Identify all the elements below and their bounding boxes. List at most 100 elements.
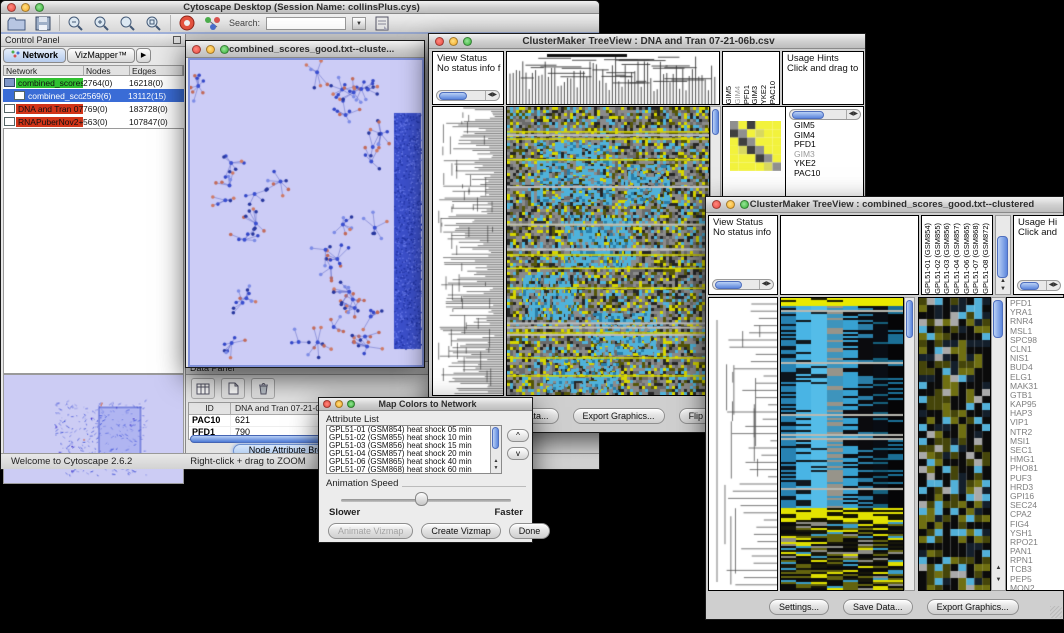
minimize-button[interactable] bbox=[206, 45, 215, 54]
minimize-button[interactable] bbox=[335, 400, 343, 408]
dialog-button[interactable]: Create Vizmap bbox=[421, 523, 500, 539]
scroll-up-arrow[interactable]: ▲ bbox=[992, 564, 1005, 572]
zoom-button[interactable] bbox=[347, 400, 355, 408]
heatmap-canvas[interactable] bbox=[507, 107, 709, 395]
tab-network[interactable]: Network bbox=[3, 48, 66, 63]
treeview-button[interactable]: Save Data... bbox=[843, 599, 913, 615]
scrollbar-thumb[interactable] bbox=[715, 281, 742, 289]
close-button[interactable] bbox=[192, 45, 201, 54]
treeview-combined-titlebar[interactable]: ClusterMaker TreeView : combined_scores_… bbox=[706, 197, 1063, 213]
resize-grip[interactable] bbox=[1050, 606, 1062, 618]
network-list-row[interactable]: RNAPuberNov2+ 563(0) 107847(0) bbox=[3, 115, 184, 128]
close-button[interactable] bbox=[435, 37, 444, 46]
scrollbar-thumb[interactable] bbox=[1020, 282, 1039, 290]
network-view-titlebar[interactable]: combined_scores_good.txt--cluste... bbox=[186, 41, 424, 58]
select-attributes-button[interactable] bbox=[191, 378, 215, 399]
zoom-in-icon[interactable] bbox=[92, 15, 112, 32]
zoom-button[interactable] bbox=[463, 37, 472, 46]
scroll-arrows[interactable]: ◀▶ bbox=[1046, 281, 1060, 290]
treeview-button[interactable]: Settings... bbox=[769, 599, 829, 615]
minimize-button[interactable] bbox=[449, 37, 458, 46]
zoom-button[interactable] bbox=[35, 3, 44, 12]
summary-heatmap-canvas[interactable] bbox=[730, 121, 781, 171]
dialog-button[interactable]: Animate Vizmap bbox=[328, 523, 413, 539]
dialog-button[interactable]: Done bbox=[509, 523, 551, 539]
status-zoom-hint: Right-click + drag to ZOOM bbox=[190, 456, 305, 467]
attribute-list-vscrollbar[interactable]: ▲ ▼ bbox=[490, 426, 501, 473]
view-status-hscrollbar[interactable]: ◀▶ bbox=[436, 90, 500, 101]
network-list: combined_scores_ 2764(0) 16218(0) combin… bbox=[3, 76, 184, 128]
row-dendrogram-canvas[interactable] bbox=[709, 298, 777, 590]
dialog-titlebar[interactable]: Map Colors to Network bbox=[319, 398, 532, 411]
help-ring-icon[interactable] bbox=[177, 15, 197, 32]
scrollbar-thumb[interactable] bbox=[993, 300, 1003, 338]
scrollbar-thumb[interactable] bbox=[712, 109, 719, 135]
tab-overflow-button[interactable]: ▶ bbox=[136, 48, 151, 63]
column-dendrogram-canvas[interactable] bbox=[507, 52, 719, 104]
heatmap-vscrollbar[interactable] bbox=[904, 297, 915, 591]
heatmap-canvas[interactable] bbox=[781, 298, 903, 590]
scrollbar-thumb[interactable] bbox=[439, 92, 467, 100]
row-dendrogram-canvas[interactable] bbox=[433, 107, 503, 395]
search-input[interactable] bbox=[266, 17, 346, 30]
close-button[interactable] bbox=[7, 3, 16, 12]
scroll-up-arrow[interactable]: ▲ bbox=[996, 277, 1010, 285]
zoom-vscrollbar[interactable]: ▲ ▼ bbox=[991, 297, 1006, 591]
scroll-arrows[interactable]: ◀▶ bbox=[846, 110, 860, 119]
move-down-button[interactable]: v bbox=[507, 447, 529, 460]
network-tab-icon bbox=[11, 50, 20, 58]
network-list-row[interactable]: DNA and Tran 07 769(0) 183728(0) bbox=[3, 102, 184, 115]
column-dendrogram-pane bbox=[506, 51, 720, 105]
scroll-down-arrow[interactable]: ▼ bbox=[996, 285, 1010, 293]
delete-attribute-button[interactable] bbox=[251, 378, 275, 399]
treeview-button[interactable]: Export Graphics... bbox=[573, 408, 665, 424]
zoom-out-icon[interactable] bbox=[66, 15, 86, 32]
scrollbar-thumb[interactable] bbox=[997, 236, 1008, 278]
network-view-canvas[interactable] bbox=[190, 60, 422, 365]
zoom-fit-icon[interactable] bbox=[144, 15, 164, 32]
vizmap-nodes-icon[interactable] bbox=[203, 15, 223, 32]
minimize-button[interactable] bbox=[21, 3, 30, 12]
scroll-down-arrow[interactable]: ▼ bbox=[992, 576, 1005, 584]
column-dendrogram-pane[interactable] bbox=[780, 215, 919, 295]
scroll-down-arrow[interactable]: ▼ bbox=[491, 465, 501, 472]
view-status-pane: View Status No status info ◀▶ bbox=[708, 215, 778, 295]
float-panel-icon[interactable] bbox=[173, 36, 181, 44]
zoom-heatmap-canvas[interactable] bbox=[919, 298, 990, 590]
scrollbar-thumb[interactable] bbox=[906, 300, 913, 338]
scrollbar-thumb[interactable] bbox=[792, 111, 824, 119]
tab-vizmapper[interactable]: VizMapper™ bbox=[67, 48, 135, 63]
treeview-button[interactable]: Export Graphics... bbox=[927, 599, 1019, 615]
network-list-row[interactable]: combined_sco 2569(6) 13112(15) bbox=[3, 89, 184, 102]
summary-hscrollbar[interactable]: ◀▶ bbox=[789, 109, 861, 120]
attribute-list[interactable]: GPL51-01 (GSM854) heat shock 05 minGPL51… bbox=[326, 425, 502, 474]
open-folder-icon[interactable] bbox=[7, 15, 27, 32]
scroll-up-arrow[interactable]: ▲ bbox=[491, 458, 501, 465]
create-attribute-button[interactable] bbox=[221, 378, 245, 399]
zoom-button[interactable] bbox=[740, 200, 749, 209]
scroll-arrows[interactable]: ◀▶ bbox=[759, 280, 773, 289]
move-up-button[interactable]: ^ bbox=[507, 429, 529, 442]
treeview-dna-titlebar[interactable]: ClusterMaker TreeView : DNA and Tran 07-… bbox=[429, 34, 865, 49]
main-titlebar[interactable]: Cytoscape Desktop (Session Name: collins… bbox=[1, 1, 599, 14]
network-list-row[interactable]: combined_scores_ 2764(0) 16218(0) bbox=[3, 76, 184, 89]
column-labels-vscrollbar[interactable]: ▲ ▼ bbox=[995, 215, 1011, 295]
search-dropdown-button[interactable]: ▼ bbox=[352, 17, 366, 30]
new-document-icon bbox=[227, 382, 239, 395]
animation-speed-slider-thumb[interactable] bbox=[415, 492, 428, 506]
usage-hints-hscrollbar[interactable]: ◀▶ bbox=[1017, 280, 1061, 291]
window-controls bbox=[186, 45, 229, 54]
close-button[interactable] bbox=[712, 200, 721, 209]
gene-label: PAC10 bbox=[794, 169, 820, 179]
save-icon[interactable] bbox=[33, 15, 53, 32]
attribute-item[interactable]: GPL51-07 (GSM868) heat shock 60 min bbox=[329, 466, 501, 474]
minimize-button[interactable] bbox=[726, 200, 735, 209]
annotation-icon[interactable] bbox=[372, 15, 392, 32]
close-button[interactable] bbox=[323, 400, 331, 408]
gene-labels-pane: PFD1YRA1RNR4MSL1SPC98CLN1NIS1BUD4ELG1MAK… bbox=[1006, 297, 1064, 591]
view-status-hscrollbar[interactable]: ◀▶ bbox=[712, 279, 774, 290]
zoom-actual-icon[interactable] bbox=[118, 15, 138, 32]
zoom-button[interactable] bbox=[220, 45, 229, 54]
scroll-arrows[interactable]: ◀▶ bbox=[485, 91, 499, 100]
scrollbar-thumb[interactable] bbox=[492, 427, 499, 449]
